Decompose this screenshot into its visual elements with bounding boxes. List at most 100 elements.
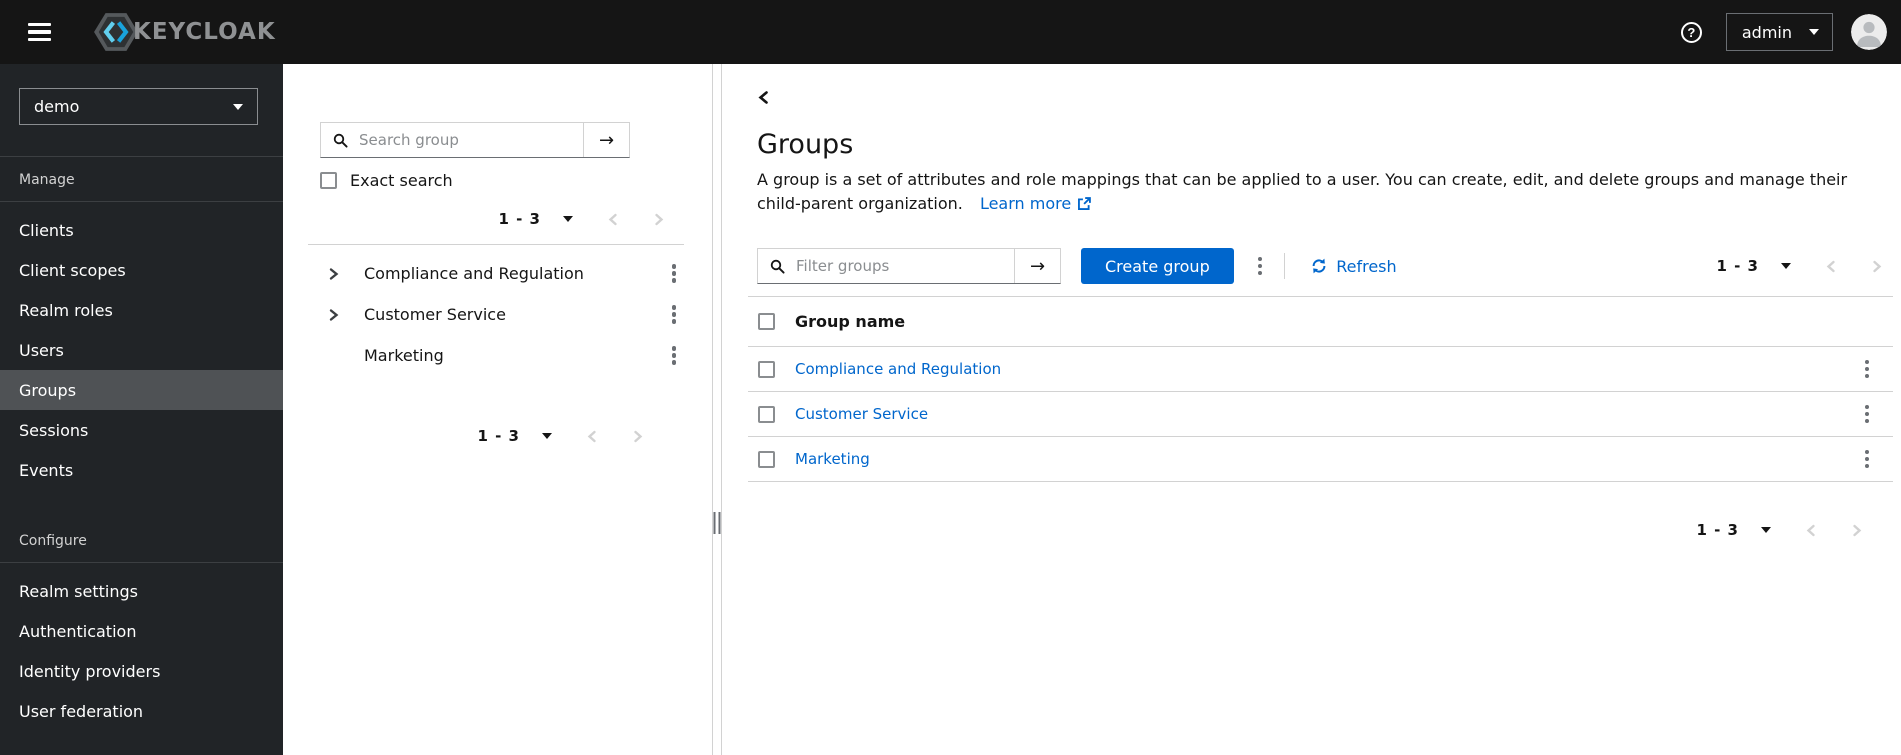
search-group-input[interactable] <box>357 130 577 150</box>
caret-down-icon <box>542 433 552 439</box>
expand-chevron-icon[interactable] <box>328 267 348 281</box>
tree-group-link[interactable]: Compliance and Regulation <box>364 264 584 283</box>
pagination-range-dropdown[interactable]: 1 - 3 <box>1716 257 1791 275</box>
toolbar-divider <box>1284 253 1286 279</box>
tree-pagination-bottom: 1 - 3 <box>320 424 684 448</box>
tree-group-link[interactable]: Marketing <box>364 346 444 365</box>
sidebar-item-realm-settings[interactable]: Realm settings <box>0 571 283 611</box>
exact-search-label: Exact search <box>350 171 453 190</box>
sidebar-item-user-federation[interactable]: User federation <box>0 691 283 731</box>
nav-toggle-button[interactable] <box>24 15 55 50</box>
row-checkbox[interactable] <box>758 360 775 378</box>
chevron-right-icon <box>634 430 643 442</box>
arrow-right-icon: → <box>598 129 615 151</box>
sidebar-item-events[interactable]: Events <box>0 450 283 490</box>
filter-field <box>758 249 1014 283</box>
kebab-icon <box>1257 263 1263 269</box>
table-row: Marketing <box>748 437 1893 482</box>
pagination-next-button[interactable] <box>1851 524 1863 537</box>
pagination-range: 1 - 3 <box>498 210 541 228</box>
sidebar-item-realm-roles[interactable]: Realm roles <box>0 290 283 330</box>
table-pagination-bottom: 1 - 3 <box>757 518 1893 542</box>
row-checkbox[interactable] <box>758 405 775 423</box>
sidebar-item-groups[interactable]: Groups <box>0 370 283 410</box>
pagination-next-button[interactable] <box>632 430 644 443</box>
exact-search-checkbox[interactable] <box>320 172 337 189</box>
pagination-next-button[interactable] <box>653 213 665 226</box>
pagination-prev-button[interactable] <box>1805 524 1817 537</box>
pagination-range: 1 - 3 <box>1716 257 1759 275</box>
search-submit-button[interactable]: → <box>583 123 629 157</box>
help-icon[interactable]: ? <box>1680 21 1702 43</box>
chevron-left-icon <box>587 430 596 442</box>
realm-selector-section: demo <box>0 64 283 157</box>
keycloak-admin-console: KEYCLOAK ? admin demo Manage Clients Cli… <box>0 0 1901 755</box>
row-kebab-menu-button[interactable] <box>1859 411 1876 417</box>
filter-submit-button[interactable]: → <box>1014 249 1060 283</box>
kebab-menu-button[interactable] <box>666 312 683 317</box>
refresh-button[interactable]: Refresh <box>1305 256 1402 277</box>
user-avatar-icon <box>1851 14 1887 50</box>
back-button[interactable] <box>757 90 770 105</box>
description-text: A group is a set of attributes and role … <box>757 170 1848 213</box>
filter-groups: → <box>757 248 1061 284</box>
toolbar-kebab-menu-button[interactable] <box>1252 263 1269 269</box>
row-kebab-menu-button[interactable] <box>1859 456 1876 462</box>
row-checkbox[interactable] <box>758 450 775 468</box>
kebab-icon <box>1864 366 1869 372</box>
pagination-prev-button[interactable] <box>1825 260 1837 273</box>
caret-down-icon <box>1809 29 1819 35</box>
pagination-range-dropdown[interactable]: 1 - 3 <box>1696 521 1771 539</box>
sidebar-item-clients[interactable]: Clients <box>0 210 283 250</box>
pagination-next-button[interactable] <box>1871 260 1883 273</box>
page-description: A group is a set of attributes and role … <box>757 168 1862 216</box>
table-row: Customer Service <box>748 392 1893 437</box>
sidebar-item-sessions[interactable]: Sessions <box>0 410 283 450</box>
groups-table: Group name Compliance and Regulation Cus… <box>748 296 1893 482</box>
nav-section-title-manage: Manage <box>0 157 283 202</box>
chevron-right-icon <box>655 213 664 225</box>
row-kebab-menu-button[interactable] <box>1859 366 1876 372</box>
groups-toolbar: → Create group Refresh 1 - 3 <box>757 248 1893 284</box>
column-header-group-name: Group name <box>795 312 906 331</box>
chevron-left-icon <box>1826 260 1835 272</box>
sidebar-item-users[interactable]: Users <box>0 330 283 370</box>
nav-section-title-configure: Configure <box>0 518 283 563</box>
pagination-range: 1 - 3 <box>1696 521 1739 539</box>
panel-resize-splitter[interactable] <box>712 64 722 755</box>
sidebar-item-authentication[interactable]: Authentication <box>0 611 283 651</box>
tree-item: Compliance and Regulation <box>320 253 684 294</box>
filter-groups-input[interactable] <box>794 256 1008 276</box>
pagination-prev-button[interactable] <box>586 430 598 443</box>
kebab-menu-button[interactable] <box>666 353 683 358</box>
group-link[interactable]: Customer Service <box>795 405 928 423</box>
chevron-right-icon <box>1873 260 1882 272</box>
tree-pagination-top: 1 - 3 <box>320 207 684 231</box>
pagination-range-dropdown[interactable]: 1 - 3 <box>498 210 573 228</box>
kebab-menu-button[interactable] <box>666 271 683 276</box>
pagination-prev-button[interactable] <box>607 213 619 226</box>
chevron-left-icon <box>1806 524 1815 536</box>
sidebar-item-client-scopes[interactable]: Client scopes <box>0 250 283 290</box>
groups-tree: Compliance and Regulation Customer Servi… <box>320 253 684 376</box>
user-menu-dropdown[interactable]: admin <box>1725 13 1833 51</box>
username: admin <box>1741 22 1792 42</box>
caret-down-icon <box>233 103 243 110</box>
expand-chevron-icon[interactable] <box>328 308 348 322</box>
pagination-range-dropdown[interactable]: 1 - 3 <box>477 427 552 445</box>
realm-selector[interactable]: demo <box>19 88 258 125</box>
sidebar-item-identity-providers[interactable]: Identity providers <box>0 651 283 691</box>
manage-nav-list: Clients Client scopes Realm roles Users … <box>0 210 283 490</box>
group-link[interactable]: Compliance and Regulation <box>795 360 1001 378</box>
learn-more-link[interactable]: Learn more <box>980 192 1092 216</box>
chevron-left-icon <box>608 213 617 225</box>
group-link[interactable]: Marketing <box>795 450 870 468</box>
pagination-range: 1 - 3 <box>477 427 520 445</box>
avatar[interactable] <box>1851 14 1887 50</box>
tree-group-link[interactable]: Customer Service <box>364 305 506 324</box>
toolbar-pagination: 1 - 3 <box>1716 254 1893 278</box>
select-all-checkbox[interactable] <box>758 313 775 330</box>
create-group-button[interactable]: Create group <box>1081 248 1234 284</box>
tree-item: Customer Service <box>320 294 684 335</box>
sidebar: demo Manage Clients Client scopes Realm … <box>0 64 283 755</box>
